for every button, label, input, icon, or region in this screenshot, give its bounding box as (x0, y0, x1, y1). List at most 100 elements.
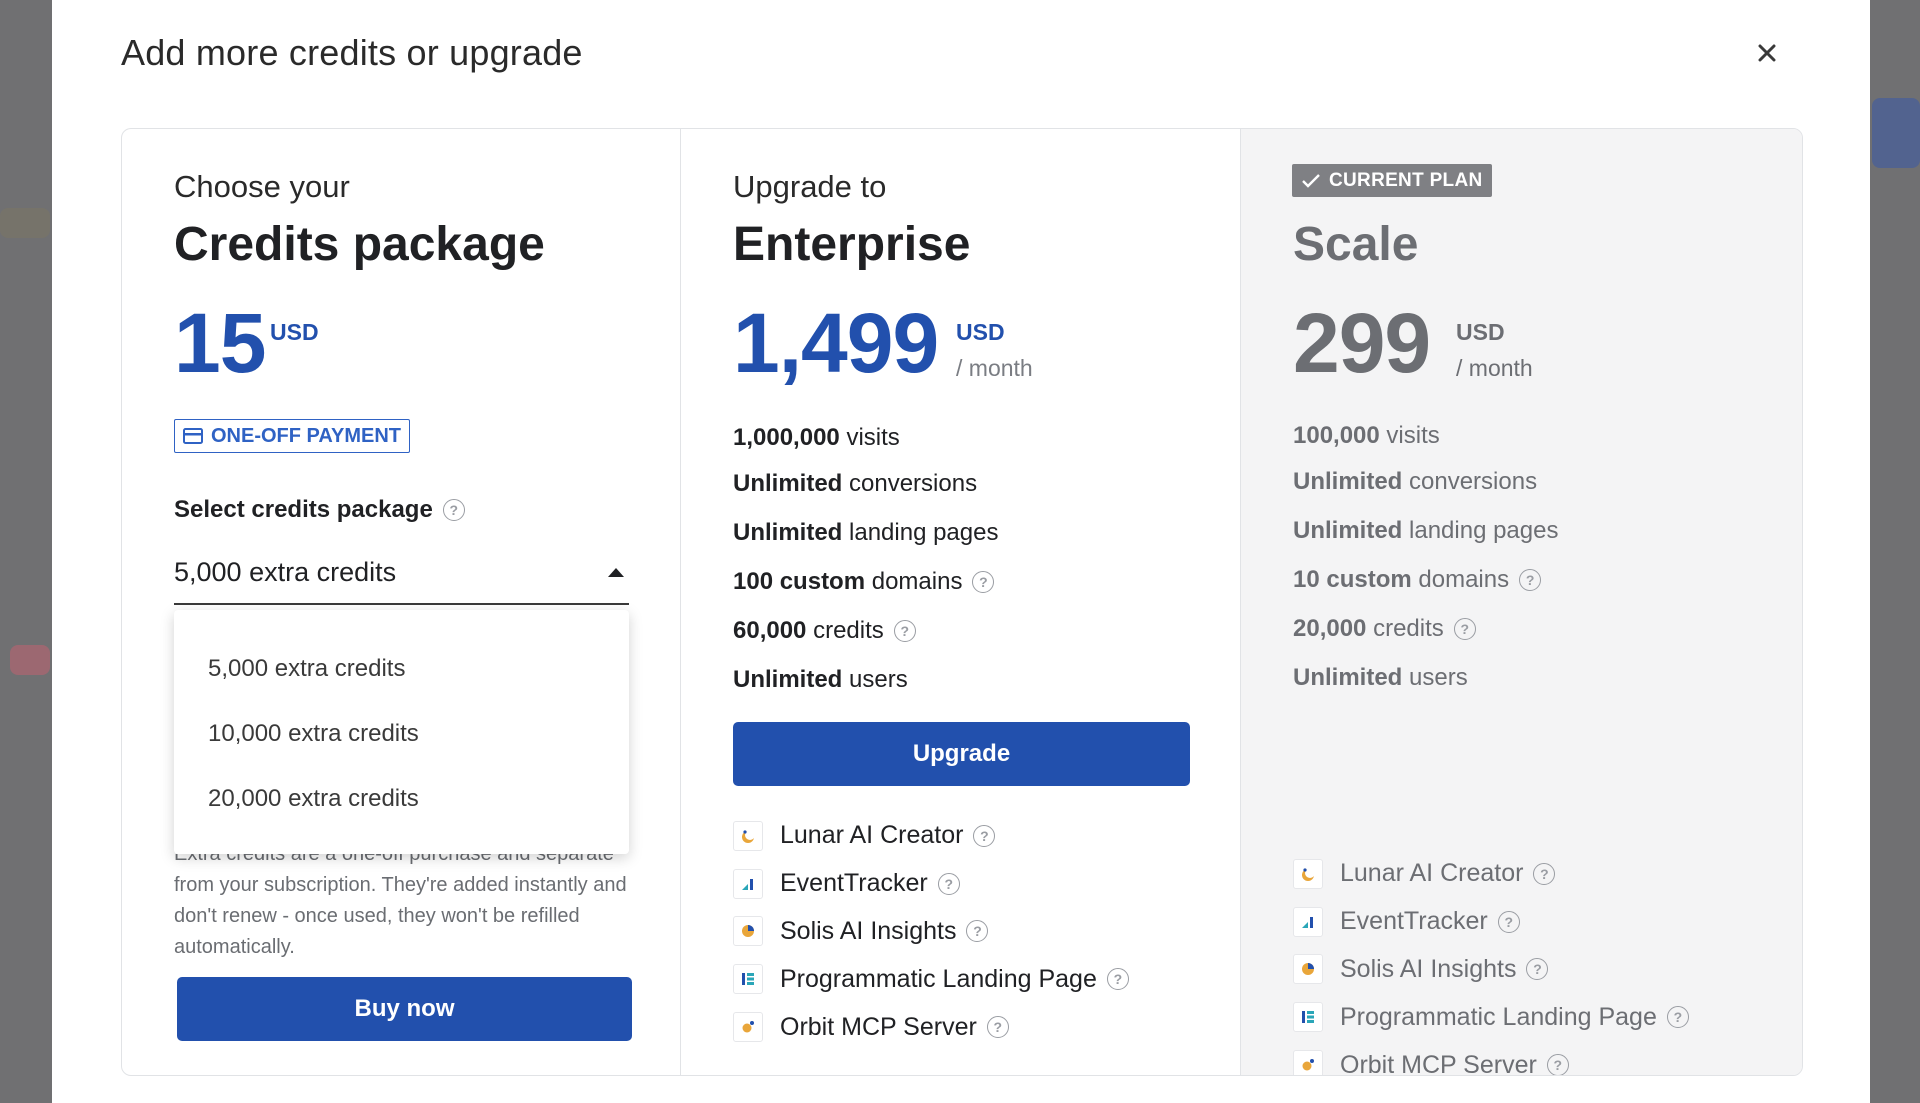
close-button[interactable] (1752, 38, 1782, 68)
lunar-ai-creator-icon (733, 820, 763, 851)
help-icon[interactable]: ? (1497, 910, 1520, 933)
addon-item: Solis AI Insights ? (733, 908, 1129, 956)
feature-item: Unlimited users (1293, 653, 1558, 702)
help-icon[interactable]: ? (966, 920, 989, 943)
addon-item: Solis AI Insights ? (1293, 946, 1689, 994)
orbit-mcp-server-icon (733, 1012, 763, 1043)
feature-label: conversions (1402, 467, 1538, 495)
buy-now-button[interactable]: Buy now (177, 977, 632, 1041)
addon-item: EventTracker ? (1293, 898, 1689, 946)
feature-value: Unlimited (1293, 467, 1403, 495)
enterprise-features: 1,000,000 visits Unlimited conversions U… (733, 417, 998, 704)
addon-item: Programmatic Landing Page ? (1293, 993, 1689, 1041)
help-icon[interactable]: ? (1106, 968, 1129, 991)
credits-package-card: Choose your Credits package 15 USD ONE-O… (122, 129, 681, 1075)
feature-value: Unlimited (733, 518, 843, 546)
credits-title: Credits package (174, 218, 545, 271)
credits-description-clip: Extra credits are a one-off purchase and… (174, 854, 644, 984)
help-icon[interactable]: ? (973, 824, 996, 847)
help-icon[interactable]: ? (1533, 862, 1556, 885)
feature-label: conversions (842, 469, 978, 497)
addon-label: Lunar AI Creator (1340, 859, 1524, 888)
help-icon[interactable]: ? (937, 872, 960, 895)
enterprise-title: Enterprise (733, 218, 971, 271)
backdrop-blob (0, 208, 50, 238)
help-icon[interactable]: ? (1546, 1054, 1569, 1075)
feature-item: Unlimited conversions (733, 459, 998, 508)
feature-item: Unlimited landing pages (1293, 506, 1558, 555)
one-off-payment-badge: ONE-OFF PAYMENT (174, 419, 411, 453)
addon-item: Lunar AI Creator ? (1293, 850, 1689, 898)
addon-label: Programmatic Landing Page (1340, 1002, 1657, 1031)
enterprise-pre-title: Upgrade to (733, 169, 887, 204)
upgrade-button[interactable]: Upgrade (733, 722, 1190, 786)
help-icon[interactable]: ? (893, 619, 916, 642)
feature-item: Unlimited conversions (1293, 457, 1558, 506)
credits-currency: USD (270, 319, 319, 345)
feature-label: domains (1411, 565, 1510, 593)
enterprise-currency: USD (956, 319, 1005, 345)
feature-item: Unlimited users (733, 655, 998, 704)
addon-label: Programmatic Landing Page (780, 964, 1097, 993)
addon-label: Orbit MCP Server (1340, 1050, 1537, 1076)
scale-plan-card: CURRENT PLAN Scale 299 USD / month 100,0… (1241, 129, 1802, 1075)
feature-label: users (842, 665, 908, 693)
feature-item: 100 custom domains? (733, 557, 998, 606)
credits-package-select[interactable]: 5,000 extra credits (174, 541, 629, 605)
credits-pre-title: Choose your (174, 169, 350, 204)
credits-dropdown-menu: 5,000 extra credits 10,000 extra credits… (174, 610, 629, 854)
solis-ai-insights-icon (1293, 954, 1323, 985)
feature-item: 20,000 credits? (1293, 604, 1558, 653)
eventtracker-icon (1293, 906, 1323, 937)
dropdown-option[interactable]: 5,000 extra credits (174, 636, 629, 701)
current-plan-badge: CURRENT PLAN (1292, 164, 1492, 197)
feature-value: Unlimited (1293, 663, 1403, 691)
programmatic-landing-page-icon (733, 964, 763, 995)
plan-cards: Choose your Credits package 15 USD ONE-O… (121, 128, 1803, 1076)
feature-value: 20,000 (1293, 614, 1367, 642)
addon-item: Programmatic Landing Page ? (733, 955, 1129, 1003)
modal-title: Add more credits or upgrade (121, 32, 583, 73)
addon-label: Solis AI Insights (1340, 954, 1517, 983)
feature-value: Unlimited (733, 665, 843, 693)
help-icon[interactable]: ? (1519, 568, 1542, 591)
upgrade-modal: Add more credits or upgrade Choose your … (52, 0, 1870, 1103)
feature-value: 60,000 (733, 616, 807, 644)
help-icon[interactable]: ? (986, 1016, 1009, 1039)
credits-description: Extra credits are a one-off purchase and… (174, 854, 627, 958)
help-icon[interactable]: ? (1666, 1006, 1689, 1029)
current-plan-label: CURRENT PLAN (1329, 169, 1483, 191)
scale-features: 100,000 visits Unlimited conversions Unl… (1293, 415, 1558, 702)
lunar-ai-creator-icon (1293, 858, 1323, 889)
credit-card-icon (183, 428, 203, 444)
addon-label: EventTracker (780, 869, 928, 898)
feature-item: 10 custom domains? (1293, 555, 1558, 604)
addon-label: Lunar AI Creator (780, 821, 964, 850)
addon-label: Solis AI Insights (780, 916, 957, 945)
one-off-payment-label: ONE-OFF PAYMENT (211, 424, 402, 447)
scale-period: / month (1456, 355, 1533, 381)
help-icon[interactable]: ? (442, 499, 465, 521)
feature-value: Unlimited (1293, 516, 1403, 544)
close-icon (1758, 44, 1776, 62)
feature-label: credits (1366, 614, 1444, 642)
feature-value: 100,000 (1293, 422, 1380, 449)
orbit-mcp-server-icon (1293, 1050, 1323, 1075)
help-icon[interactable]: ? (1526, 958, 1549, 981)
credits-price: 15 (174, 296, 266, 390)
enterprise-period: / month (956, 355, 1033, 381)
help-icon[interactable]: ? (1453, 617, 1476, 640)
feature-label: domains (865, 567, 963, 595)
dropdown-option[interactable]: 20,000 extra credits (174, 766, 629, 831)
enterprise-addons: Lunar AI Creator ? EventTracker ? Solis … (733, 812, 1129, 1051)
dropdown-option[interactable]: 10,000 extra credits (174, 701, 629, 766)
help-icon[interactable]: ? (972, 570, 995, 593)
scale-currency: USD (1456, 319, 1505, 345)
select-credits-label-text: Select credits package (174, 496, 433, 523)
solis-ai-insights-icon (733, 916, 763, 947)
feature-label: landing pages (842, 518, 999, 546)
enterprise-price: 1,499 (733, 296, 939, 390)
backdrop-blob (1872, 98, 1920, 168)
feature-value: 100 custom (733, 567, 866, 595)
addon-item: EventTracker ? (733, 860, 1129, 908)
